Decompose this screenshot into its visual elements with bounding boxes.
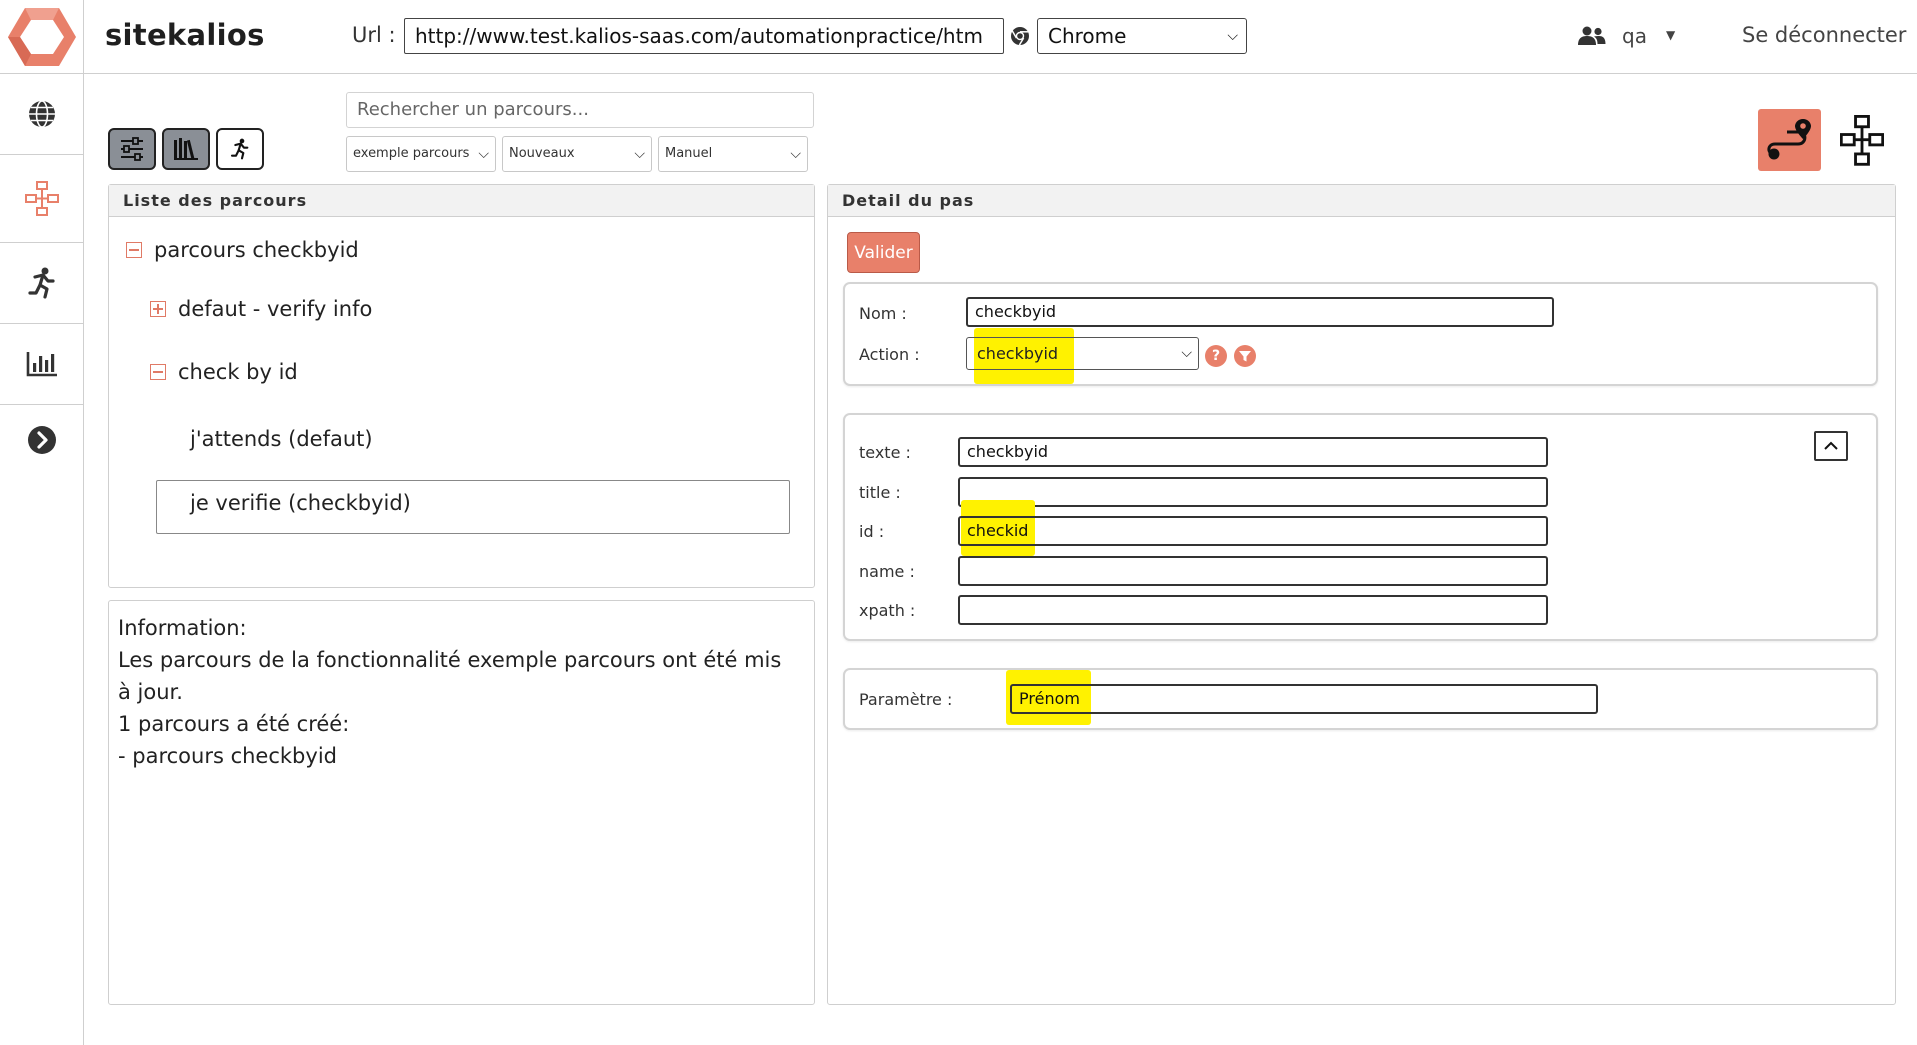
tree-node-scenario-defaut[interactable]: defaut - verify info: [150, 297, 372, 321]
feature-select-value: exemple parcours: [353, 146, 470, 161]
parametre-input[interactable]: Prénom: [1010, 684, 1598, 714]
tree-node-label: defaut - verify info: [178, 297, 373, 321]
mode-select[interactable]: Manuel ⌵: [658, 136, 808, 172]
xpath-input[interactable]: [958, 595, 1548, 625]
sitemap-icon: [25, 180, 59, 216]
running-icon: [230, 138, 249, 160]
title-label: title :: [859, 483, 901, 502]
browser-select[interactable]: Chrome ⌵: [1037, 18, 1247, 54]
running-icon: [28, 267, 55, 299]
chevron-down-icon: ⌵: [1227, 28, 1238, 44]
sliders-icon: [121, 137, 143, 161]
top-bar: sitekalios Url : http://www.test.kalios-…: [84, 0, 1917, 74]
chrome-icon: [1011, 27, 1029, 46]
texte-input[interactable]: checkbyid: [958, 437, 1548, 467]
chevron-down-icon: ⌵: [790, 146, 801, 162]
id-label: id :: [859, 522, 885, 541]
info-line: 1 parcours a été créé:: [118, 712, 350, 736]
sidebar-item-runner[interactable]: [0, 243, 84, 324]
chevron-down-icon: ⌵: [1181, 345, 1192, 361]
sidebar: [0, 0, 84, 1045]
chevron-up-icon: [1824, 441, 1838, 450]
url-label: Url :: [352, 23, 396, 47]
globe-icon: [29, 100, 55, 128]
info-line: - parcours checkbyid: [118, 744, 337, 768]
tree-view-button[interactable]: [1834, 112, 1890, 170]
tree-node-step-wait[interactable]: j'attends (defaut): [190, 427, 373, 451]
route-icon: [1766, 119, 1811, 160]
chevron-right-icon: [28, 426, 56, 454]
name-input[interactable]: [958, 556, 1548, 586]
app-title: sitekalios: [105, 18, 265, 52]
tree-node-step-verify[interactable]: je verifie (checkbyid): [190, 491, 411, 515]
sidebar-item-globe[interactable]: [0, 74, 84, 155]
nom-input[interactable]: checkbyid: [966, 297, 1554, 327]
users-icon: [1578, 26, 1606, 45]
status-select-value: Nouveaux: [509, 146, 575, 161]
action-label: Action :: [859, 345, 920, 364]
xpath-label: xpath :: [859, 601, 916, 620]
chart-icon: [26, 352, 57, 377]
expand-icon[interactable]: [150, 301, 166, 317]
url-input[interactable]: http://www.test.kalios-saas.com/automati…: [404, 18, 1004, 54]
run-button[interactable]: [216, 128, 264, 170]
filter-button[interactable]: [1234, 345, 1256, 367]
info-line: à jour.: [118, 680, 183, 704]
info-line: Les parcours de la fonctionnalité exempl…: [118, 648, 782, 672]
id-input[interactable]: checkid: [958, 516, 1548, 546]
tree-node-label: j'attends (defaut): [190, 427, 373, 451]
name-label: name :: [859, 562, 915, 581]
nom-label: Nom :: [859, 304, 907, 323]
mode-select-value: Manuel: [665, 146, 713, 161]
texte-label: texte :: [859, 443, 911, 462]
info-line: Information:: [118, 616, 247, 640]
collapse-icon[interactable]: [126, 242, 142, 258]
library-button[interactable]: [162, 128, 210, 170]
tree-node-label: check by id: [178, 360, 298, 384]
panel-title: Liste des parcours: [109, 185, 814, 217]
help-button[interactable]: ?: [1205, 345, 1227, 367]
status-select[interactable]: Nouveaux ⌵: [502, 136, 652, 172]
tree-node-label: parcours checkbyid: [154, 238, 359, 262]
sitemap-icon: [1840, 115, 1884, 166]
validate-button[interactable]: Valider: [847, 232, 920, 273]
parametre-label: Paramètre :: [859, 690, 953, 709]
id-input-value: checkid: [967, 521, 1029, 540]
action-select[interactable]: checkbyid ⌵: [966, 337, 1199, 370]
collapse-icon[interactable]: [150, 364, 166, 380]
chevron-down-icon: ⌵: [634, 146, 645, 162]
logout-link[interactable]: Se déconnecter: [1742, 23, 1906, 47]
user-menu[interactable]: qa: [1622, 24, 1647, 48]
sidebar-item-sitemap[interactable]: [0, 155, 84, 243]
filter-icon: [1239, 351, 1251, 362]
info-message: Information: Les parcours de la fonction…: [118, 612, 781, 772]
tree-node-parcours[interactable]: parcours checkbyid: [126, 238, 359, 262]
search-input[interactable]: Rechercher un parcours...: [346, 92, 814, 128]
route-view-button[interactable]: [1758, 109, 1821, 171]
action-select-value: checkbyid: [977, 344, 1059, 363]
sidebar-item-expand[interactable]: [0, 405, 84, 475]
hexagon-logo-icon: [8, 7, 76, 66]
sidebar-item-reports[interactable]: [0, 324, 84, 405]
collapse-section-button[interactable]: [1814, 431, 1848, 461]
tree-node-scenario-check[interactable]: check by id: [150, 360, 298, 384]
books-icon: [174, 138, 198, 160]
chevron-down-icon: ⌵: [478, 146, 489, 162]
tree-node-label: je verifie (checkbyid): [190, 491, 411, 515]
settings-sliders-button[interactable]: [108, 128, 156, 170]
panel-title: Detail du pas: [828, 185, 1895, 217]
caret-down-icon[interactable]: ▼: [1666, 28, 1675, 42]
browser-select-value: Chrome: [1048, 24, 1127, 48]
parametre-input-value: Prénom: [1019, 689, 1080, 708]
feature-select[interactable]: exemple parcours ⌵: [346, 136, 496, 172]
title-input[interactable]: [958, 477, 1548, 507]
logo[interactable]: [0, 0, 84, 74]
